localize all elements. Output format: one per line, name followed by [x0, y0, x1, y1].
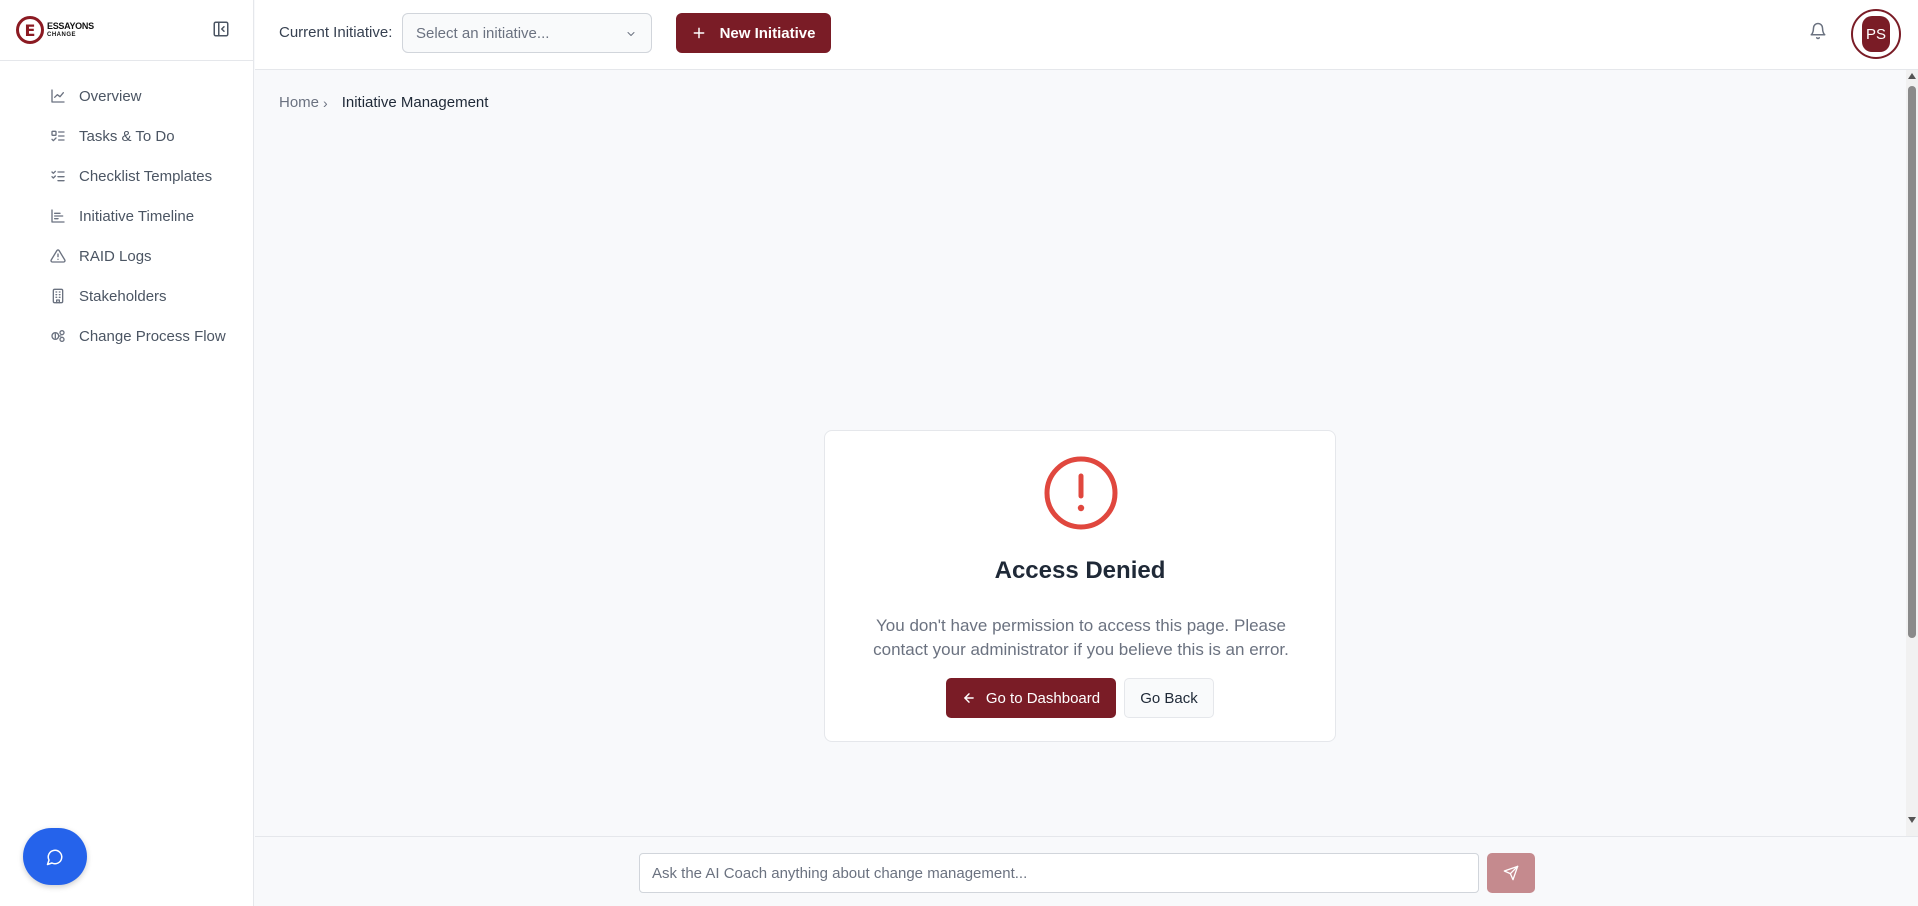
sidebar-item-stakeholders[interactable]: Stakeholders — [0, 276, 254, 316]
send-icon — [1503, 865, 1519, 881]
initiative-select[interactable]: Select an initiative... — [402, 13, 652, 53]
main-scrollbar[interactable] — [1906, 70, 1918, 836]
sidebar-nav: Overview Tasks & To Do Checklist Templat… — [0, 76, 254, 356]
chevron-down-icon — [627, 32, 635, 36]
new-initiative-label: New Initiative — [719, 24, 816, 42]
brand-name-line2: CHANGE — [47, 32, 77, 38]
sidebar-item-raid-logs[interactable]: RAID Logs — [0, 236, 254, 276]
collapse-sidebar-button[interactable] — [212, 20, 232, 40]
building-icon — [52, 288, 64, 304]
sidebar-item-label: Checklist Templates — [79, 167, 213, 185]
sidebar-item-label: RAID Logs — [79, 247, 152, 265]
process-flow-icon — [51, 330, 65, 342]
scroll-thumb[interactable] — [1908, 86, 1916, 638]
notifications-button[interactable] — [1809, 22, 1829, 42]
sidebar-item-change-process-flow[interactable]: Change Process Flow — [0, 316, 254, 356]
timeline-chart-icon — [51, 209, 65, 223]
warning-triangle-icon — [50, 249, 66, 263]
line-chart-icon — [51, 89, 65, 103]
plus-icon — [693, 27, 704, 39]
sidebar-item-overview[interactable]: Overview — [0, 76, 254, 116]
sidebar-item-checklist-templates[interactable]: Checklist Templates — [0, 156, 254, 196]
user-initials: PS — [1862, 16, 1890, 52]
sidebar-item-initiative-timeline[interactable]: Initiative Timeline — [0, 196, 254, 236]
breadcrumb-current: Initiative Management — [341, 94, 489, 111]
go-to-dashboard-label: Go to Dashboard — [985, 689, 1101, 707]
error-message: You don't have permission to access this… — [873, 616, 1289, 659]
chevron-right-icon: › — [323, 94, 328, 111]
sidebar-item-tasks[interactable]: Tasks & To Do — [0, 116, 254, 156]
scroll-down-arrow[interactable] — [1908, 817, 1916, 823]
new-initiative-button[interactable]: New Initiative — [676, 13, 831, 53]
logo-mark: E — [16, 16, 44, 44]
ai-coach-input[interactable] — [639, 853, 1479, 893]
sidebar-item-label: Initiative Timeline — [79, 207, 195, 225]
current-initiative-label: Current Initiative: — [279, 24, 393, 41]
sidebar-item-label: Stakeholders — [79, 287, 167, 305]
sidebar: E ESSAYONS CHANGE Overview Tasks & To Do… — [0, 0, 254, 906]
user-avatar[interactable]: PS — [1851, 9, 1901, 59]
scroll-up-arrow[interactable] — [1908, 73, 1916, 79]
sidebar-header: E ESSAYONS CHANGE — [0, 0, 253, 61]
list-todo-icon — [51, 130, 65, 142]
go-back-button[interactable]: Go Back — [1124, 678, 1214, 718]
list-checks-icon — [51, 170, 65, 182]
initiative-select-value: Select an initiative... — [416, 24, 550, 42]
panel-collapse-icon — [213, 21, 229, 37]
breadcrumb: Home › Initiative Management — [279, 94, 488, 111]
arrow-left-icon — [964, 693, 974, 703]
bell-icon — [1810, 22, 1826, 40]
brand-logo[interactable]: E ESSAYONS CHANGE — [16, 16, 94, 44]
chat-launcher-button[interactable] — [23, 828, 87, 885]
send-button[interactable] — [1487, 853, 1535, 893]
access-denied-card: Access Denied You don't have permission … — [824, 430, 1336, 742]
go-to-dashboard-button[interactable]: Go to Dashboard — [946, 678, 1116, 718]
breadcrumb-home[interactable]: Home — [279, 94, 319, 111]
ai-coach-bar — [255, 836, 1918, 906]
error-title: Access Denied — [994, 557, 1166, 584]
sidebar-item-label: Overview — [79, 87, 142, 105]
sidebar-item-label: Tasks & To Do — [79, 127, 175, 145]
go-back-label: Go Back — [1140, 689, 1198, 707]
top-bar: Current Initiative: Select an initiative… — [255, 0, 1918, 70]
alert-circle-icon — [1044, 456, 1118, 530]
brand-name-line1: ESSAYONS — [47, 21, 94, 31]
sidebar-item-label: Change Process Flow — [79, 327, 226, 345]
chat-bubble-icon — [46, 849, 63, 865]
